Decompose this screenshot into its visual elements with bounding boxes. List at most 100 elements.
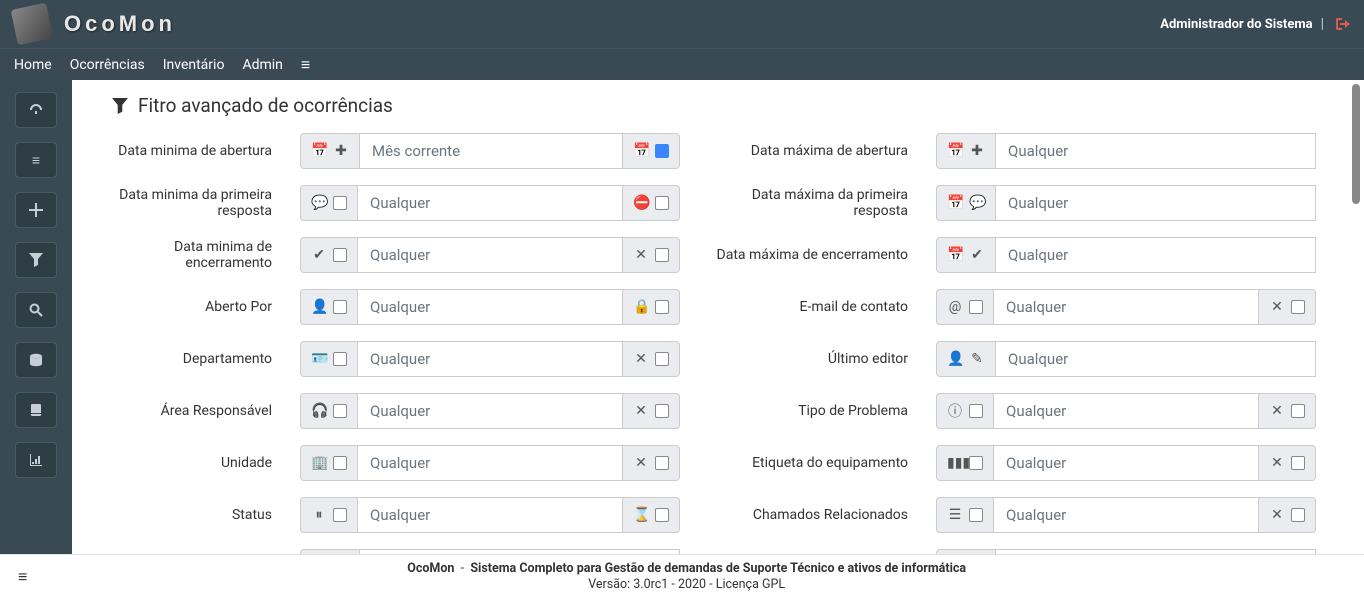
nav-home[interactable]: Home bbox=[14, 57, 52, 73]
checkbox-15[interactable] bbox=[333, 456, 347, 470]
addon-user[interactable]: 👤 bbox=[300, 289, 357, 325]
addon-x-3[interactable]: ✕ bbox=[623, 341, 680, 377]
addon-user-edit[interactable]: 👤✎ bbox=[936, 341, 995, 377]
checkbox-2[interactable] bbox=[655, 196, 669, 210]
checkbox-12[interactable] bbox=[655, 404, 669, 418]
sidebar-dashboard[interactable] bbox=[15, 92, 57, 128]
addon-list[interactable]: ☰ bbox=[936, 497, 993, 533]
area-responsavel-input[interactable]: Qualquer bbox=[357, 393, 623, 429]
data-min-abertura-input[interactable]: Mês corrente bbox=[359, 133, 623, 169]
content-panel: Fitro avançado de ocorrências Data minim… bbox=[72, 80, 1364, 554]
nav-menu-icon[interactable]: ≡ bbox=[301, 55, 310, 75]
addon-pause[interactable]: ⏸ bbox=[300, 497, 357, 533]
sla-resposta-input[interactable]: Qualquer bbox=[359, 549, 680, 554]
addon-building[interactable]: 🏢 bbox=[300, 445, 357, 481]
footer-menu-icon[interactable]: ≡ bbox=[18, 567, 27, 587]
addon-cal-check[interactable]: 📅 bbox=[623, 133, 680, 169]
sidebar-list[interactable]: ≡ bbox=[15, 142, 57, 178]
field-tipo-problema: ⓘ Qualquer ✕ bbox=[936, 393, 1316, 429]
addon-x-2[interactable]: ✕ bbox=[1259, 289, 1316, 325]
checkbox-8[interactable] bbox=[1291, 300, 1305, 314]
addon-comment-slash[interactable]: ⛔ bbox=[623, 185, 680, 221]
checkbox-22[interactable] bbox=[1291, 508, 1305, 522]
addon-x-5[interactable]: ✕ bbox=[1259, 393, 1316, 429]
checkbox-14[interactable] bbox=[1291, 404, 1305, 418]
checkbox-11[interactable] bbox=[333, 404, 347, 418]
no-date-min-abertura-checkbox[interactable] bbox=[655, 144, 669, 158]
sidebar-book[interactable] bbox=[15, 392, 57, 428]
checkbox-21[interactable] bbox=[969, 508, 983, 522]
field-sla-solucao: ⏱✔ Qualquer bbox=[936, 549, 1316, 554]
addon-info[interactable]: ⓘ bbox=[936, 393, 993, 429]
checkbox-1[interactable] bbox=[333, 196, 347, 210]
addon-calendar-plus[interactable]: 📅✚ bbox=[300, 133, 359, 169]
data-max-abertura-input[interactable]: Qualquer bbox=[995, 133, 1316, 169]
nav-inventario[interactable]: Inventário bbox=[163, 57, 225, 73]
etiqueta-equipamento-input[interactable]: Qualquer bbox=[993, 445, 1259, 481]
addon-at[interactable]: @ bbox=[936, 289, 993, 325]
check-icon: ✔ bbox=[311, 247, 327, 263]
checkbox-18[interactable] bbox=[1291, 456, 1305, 470]
sla-solucao-input[interactable]: Qualquer bbox=[995, 549, 1316, 554]
checkbox-7[interactable] bbox=[969, 300, 983, 314]
scrollbar[interactable] bbox=[1352, 84, 1360, 204]
tipo-problema-input[interactable]: Qualquer bbox=[993, 393, 1259, 429]
ultimo-editor-input[interactable]: Qualquer bbox=[995, 341, 1316, 377]
data-min-primeira-resposta-input[interactable]: Qualquer bbox=[357, 185, 623, 221]
checkbox-5[interactable] bbox=[333, 300, 347, 314]
sidebar-database[interactable] bbox=[15, 342, 57, 378]
addon-calendar-plus-2[interactable]: 📅✚ bbox=[936, 133, 995, 169]
label-tipo-problema: Tipo de Problema bbox=[708, 403, 908, 419]
checkbox-4[interactable] bbox=[655, 248, 669, 262]
addon-x-7[interactable]: ✕ bbox=[1259, 445, 1316, 481]
sidebar-add[interactable] bbox=[15, 192, 57, 228]
unidade-input[interactable]: Qualquer bbox=[357, 445, 623, 481]
departamento-input[interactable]: Qualquer bbox=[357, 341, 623, 377]
chamados-relacionados-input[interactable]: Qualquer bbox=[993, 497, 1259, 533]
addon-cal-check-2[interactable]: 📅✔ bbox=[936, 237, 995, 273]
addon-x-6[interactable]: ✕ bbox=[623, 445, 680, 481]
checkbox-17[interactable] bbox=[969, 456, 983, 470]
checkbox-3[interactable] bbox=[333, 248, 347, 262]
checkbox-19[interactable] bbox=[333, 508, 347, 522]
checkbox-16[interactable] bbox=[655, 456, 669, 470]
user-icon: 👤 bbox=[947, 351, 963, 367]
addon-user-lock[interactable]: 🔒 bbox=[623, 289, 680, 325]
checkbox-6[interactable] bbox=[655, 300, 669, 314]
sidebar-filter[interactable] bbox=[15, 242, 57, 278]
addon-comment[interactable]: 💬 bbox=[300, 185, 357, 221]
addon-x-4[interactable]: ✕ bbox=[623, 393, 680, 429]
addon-id[interactable]: 🪪 bbox=[300, 341, 357, 377]
addon-sla[interactable]: ⏱💬 bbox=[300, 549, 359, 554]
addon-x-8[interactable]: ✕ bbox=[1259, 497, 1316, 533]
email-contato-input[interactable]: Qualquer bbox=[993, 289, 1259, 325]
status-input[interactable]: Qualquer bbox=[357, 497, 623, 533]
nav-admin[interactable]: Admin bbox=[242, 57, 282, 73]
data-max-encerramento-input[interactable]: Qualquer bbox=[995, 237, 1316, 273]
data-max-primeira-resposta-input[interactable]: Qualquer bbox=[995, 185, 1316, 221]
addon-check[interactable]: ✔ bbox=[300, 237, 357, 273]
addon-x[interactable]: ✕ bbox=[623, 237, 680, 273]
data-min-encerramento-input[interactable]: Qualquer bbox=[357, 237, 623, 273]
aberto-por-input[interactable]: Qualquer bbox=[357, 289, 623, 325]
checkbox-13[interactable] bbox=[969, 404, 983, 418]
nav-ocorrencias[interactable]: Ocorrências bbox=[70, 57, 145, 73]
addon-cal-comment[interactable]: 📅💬 bbox=[936, 185, 995, 221]
addon-hourglass[interactable]: ⌛ bbox=[623, 497, 680, 533]
sidebar-search[interactable] bbox=[15, 292, 57, 328]
addon-headset[interactable]: 🎧 bbox=[300, 393, 357, 429]
checkbox-9[interactable] bbox=[333, 352, 347, 366]
edit-icon: ✎ bbox=[969, 351, 985, 367]
addon-barcode[interactable]: ▮▮▮ bbox=[936, 445, 993, 481]
label-aberto-por: Aberto Por bbox=[92, 299, 272, 315]
label-data-min-primeira-resposta: Data minima da primeira resposta bbox=[92, 187, 272, 219]
checkbox-20[interactable] bbox=[655, 508, 669, 522]
logout-icon[interactable] bbox=[1332, 16, 1350, 32]
pause-icon: ⏸ bbox=[311, 507, 327, 523]
sidebar-chart[interactable] bbox=[15, 442, 57, 478]
field-data-min-abertura: 📅✚ Mês corrente 📅 bbox=[300, 133, 680, 169]
addon-sla-sol[interactable]: ⏱✔ bbox=[936, 549, 995, 554]
field-unidade: 🏢 Qualquer ✕ bbox=[300, 445, 680, 481]
checkbox-10[interactable] bbox=[655, 352, 669, 366]
headset-icon: 🎧 bbox=[311, 403, 327, 419]
